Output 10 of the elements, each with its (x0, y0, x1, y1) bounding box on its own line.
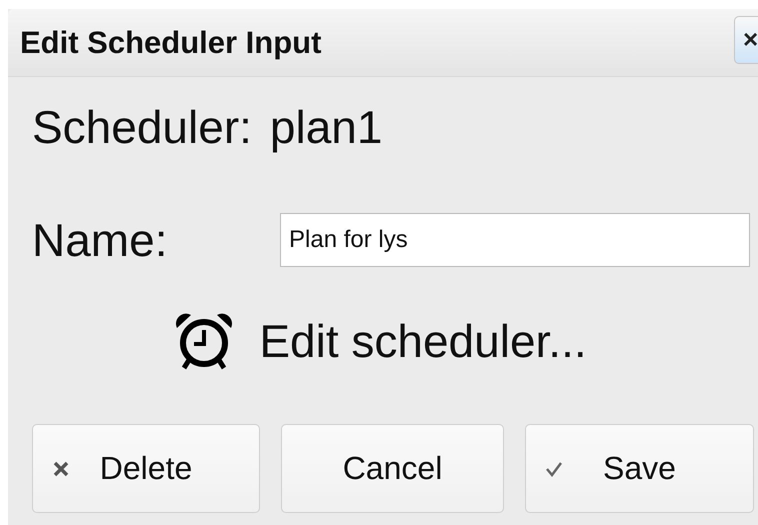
dialog-title: Edit Scheduler Input (20, 24, 322, 60)
name-label: Name: (32, 214, 168, 266)
edit-scheduler-link[interactable]: Edit scheduler... (259, 314, 587, 368)
close-button[interactable]: × (734, 16, 758, 64)
name-input-field[interactable]: Plan for lys (280, 213, 750, 267)
scheduler-label: Scheduler: (32, 101, 252, 154)
save-button[interactable]: Save (525, 424, 754, 513)
scheduler-value: plan1 (270, 101, 382, 154)
delete-button[interactable]: Delete (32, 424, 260, 513)
cancel-button[interactable]: Cancel (281, 424, 504, 513)
